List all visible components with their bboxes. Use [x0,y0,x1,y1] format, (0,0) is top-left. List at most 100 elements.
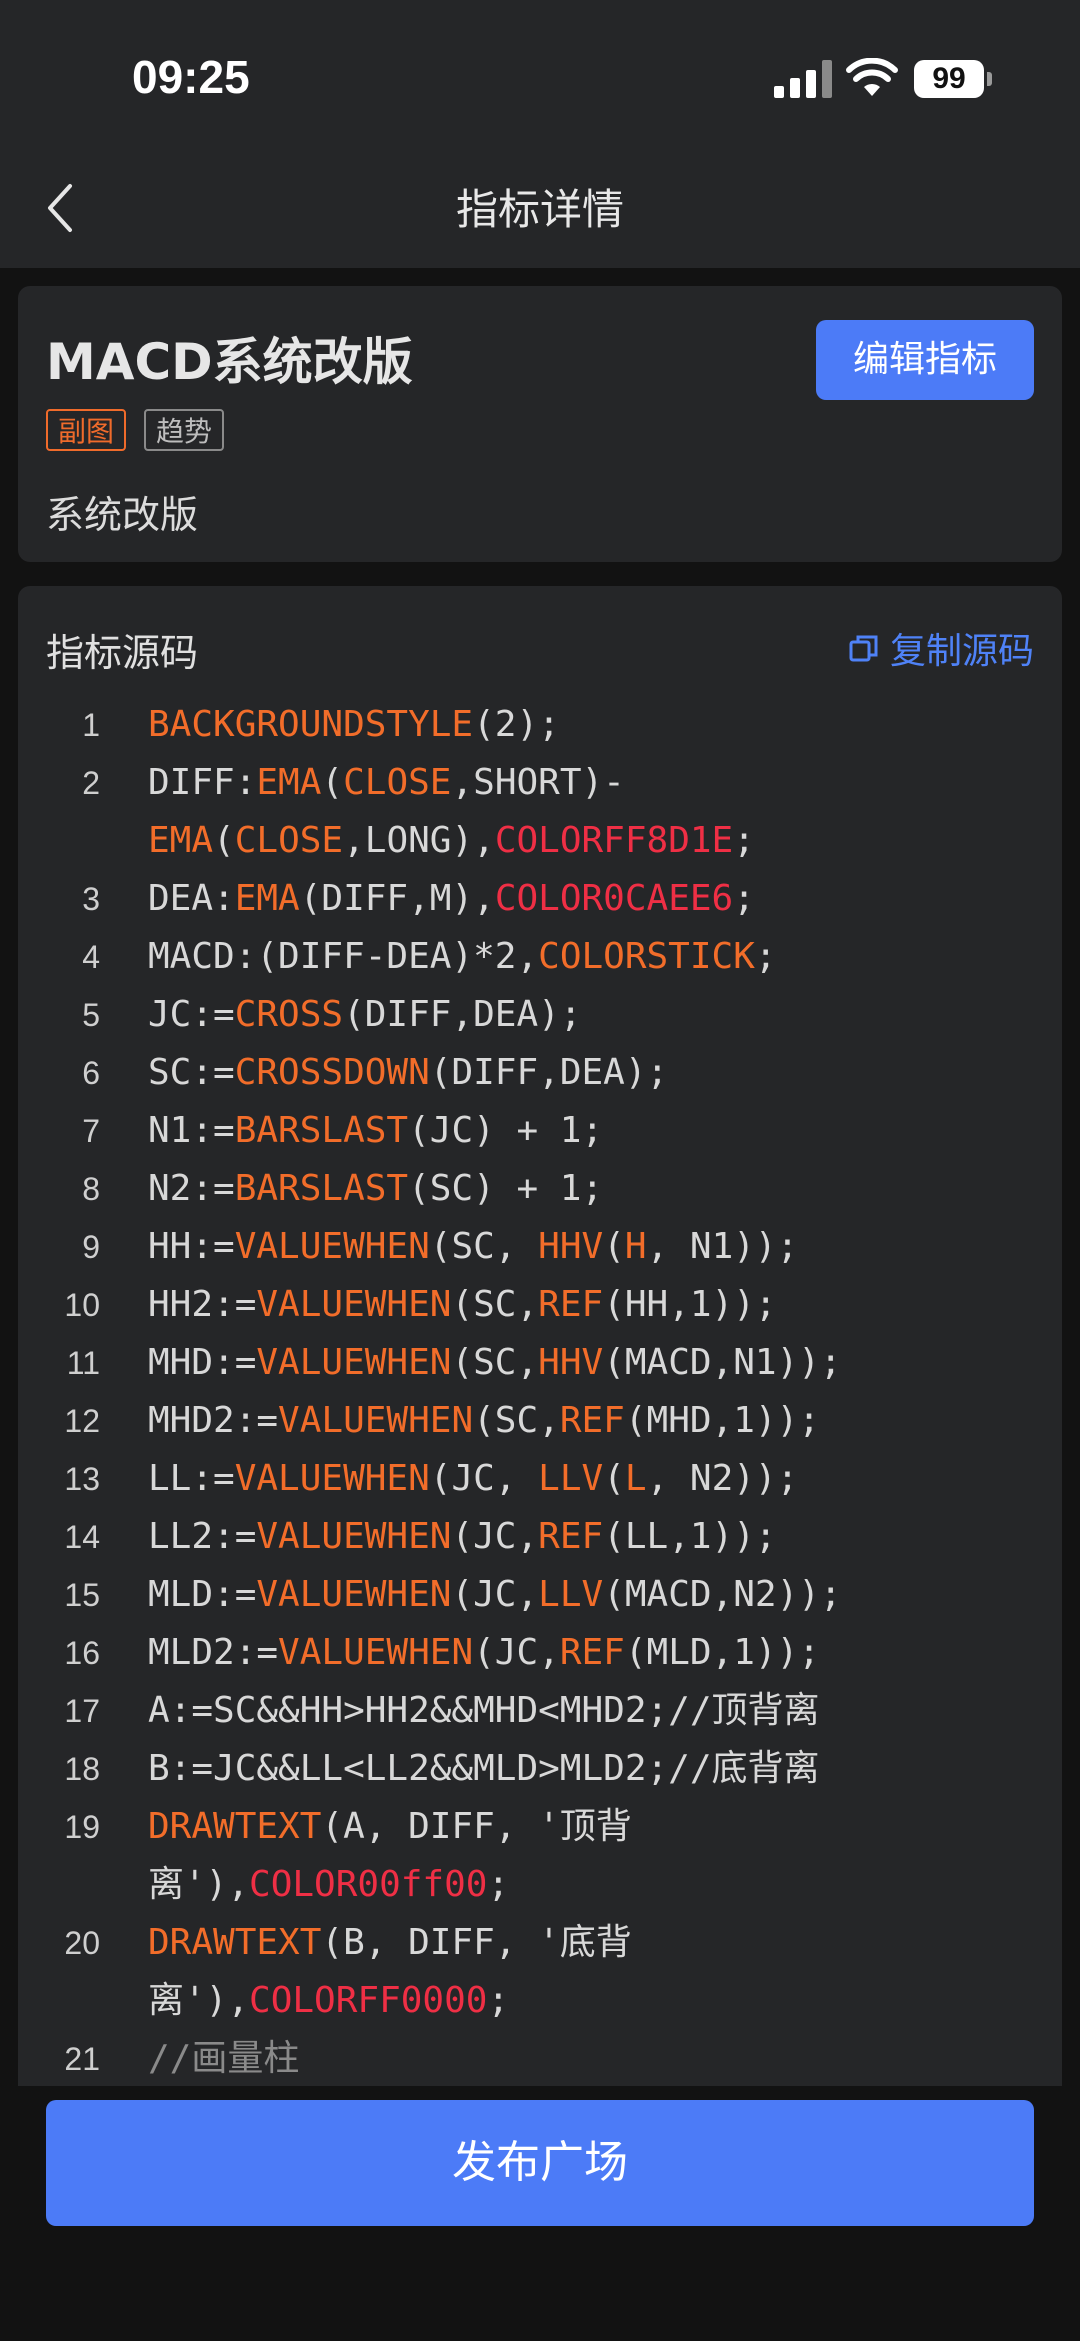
copy-source-button[interactable]: 复制源码 [848,622,1034,674]
code-token: N1:= [148,1110,235,1151]
copy-source-label: 复制源码 [889,631,1034,672]
code-token: ; [733,820,755,861]
battery-icon: 99 [914,60,984,98]
code-token: MACD:(DIFF-DEA)*2, [148,936,539,977]
code-color-const: COLORFF0000 [249,1980,488,2021]
battery-tip [987,72,992,86]
line-number: 12 [64,1403,100,1439]
line-number: 4 [82,939,100,975]
code-token: (DIFF,DEA); [429,1052,669,1093]
line-number: 10 [64,1287,100,1323]
line-number: 11 [66,1345,100,1381]
code-text: LL2:=VALUEWHEN(JC,REF(LL,1)); [148,1508,978,1566]
tag-subchart: 副图 [46,409,127,451]
code-token: (DIFF,M), [299,878,495,919]
line-number: 9 [82,1229,100,1265]
code-keyword: VALUEWHEN [278,1632,474,1673]
line-number: 8 [82,1171,100,1207]
code-color-const: COLOR00ff00 [249,1864,488,1905]
code-text: DRAWTEXT(B, DIFF, '底背 离'),COLORFF0000; [148,1914,978,2030]
code-text: JC:=CROSS(DIFF,DEA); [148,986,978,1044]
line-number: 17 [64,1693,100,1729]
code-keyword: HHV [538,1226,604,1267]
code-text: DEA:EMA(DIFF,M),COLOR0CAEE6; [148,870,978,928]
code-token: (LL,1)); [603,1516,777,1557]
code-token: (JC, [451,1516,539,1557]
code-text: MLD:=VALUEWHEN(JC,LLV(MACD,N2)); [148,1566,978,1624]
code-token: DEA: [148,878,235,919]
code-keyword: REF [559,1400,625,1441]
code-token: MHD2:= [148,1400,279,1441]
code-comment: //画量柱 [148,2038,300,2079]
indicator-info-card: MACD系统改版 编辑指标 副图 趋势 系统改版 [18,286,1062,562]
code-keyword: VALUEWHEN [256,1342,452,1383]
publish-button[interactable]: 发布广场 [46,2100,1034,2226]
copy-icon [849,635,878,662]
code-color-const: COLOR0CAEE6 [494,878,734,919]
code-keyword: REF [538,1516,604,1557]
code-token: ,SHORT)- [451,762,625,803]
code-line: 3 DEA:EMA(DIFF,M),COLOR0CAEE6; [18,870,1062,928]
code-keyword: COLORSTICK [538,936,755,977]
code-token: LL:= [148,1458,235,1499]
line-number: 5 [82,997,100,1033]
indicator-name: MACD系统改版 [46,333,413,391]
code-token: (SC, [473,1400,560,1441]
code-keyword: EMA [148,820,214,861]
code-token: JC:= [148,994,235,1035]
code-line: 7 N1:=BARSLAST(JC) + 1; [18,1102,1062,1160]
code-text: HH:=VALUEWHEN(SC, HHV(H, N1)); [148,1218,978,1276]
code-token: N2:= [148,1168,235,1209]
code-token: ; [733,878,755,919]
code-line: 12 MHD2:=VALUEWHEN(SC,REF(MHD,1)); [18,1392,1062,1450]
code-token: LL2:= [148,1516,257,1557]
code-line: 9 HH:=VALUEWHEN(SC, HHV(H, N1)); [18,1218,1062,1276]
code-token: SC:= [148,1052,235,1093]
code-text: BACKGROUNDSTYLE(2); [148,696,978,754]
code-text: MLD2:=VALUEWHEN(JC,REF(MLD,1)); [148,1624,978,1682]
code-token: DIFF: [148,762,257,803]
code-keyword: HHV [538,1342,604,1383]
code-text: A:=SC&&HH>HH2&&MHD<MHD2;//顶背离 [148,1682,978,1740]
code-line: 21 //画量柱 [18,2030,1062,2086]
code-text: B:=JC&&LL<LL2&&MLD>MLD2;//底背离 [148,1740,978,1798]
line-number: 21 [64,2041,100,2077]
code-token: ( [603,1458,625,1499]
line-number: 20 [64,1925,100,1961]
code-token: (JC) + 1; [408,1110,604,1151]
code-text: DIFF:EMA(CLOSE,SHORT)- EMA(CLOSE,LONG),C… [148,754,978,870]
code-text: MACD:(DIFF-DEA)*2,COLORSTICK; [148,928,978,986]
code-line: 16 MLD2:=VALUEWHEN(JC,REF(MLD,1)); [18,1624,1062,1682]
code-line: 18 B:=JC&&LL<LL2&&MLD>MLD2;//底背离 [18,1740,1062,1798]
code-line: 4 MACD:(DIFF-DEA)*2,COLORSTICK; [18,928,1062,986]
code-keyword: CLOSE [234,820,344,861]
code-token: (MHD,1)); [624,1400,820,1441]
line-number: 19 [64,1809,100,1845]
page-title: 指标详情 [455,185,624,234]
code-keyword: VALUEWHEN [256,1284,452,1325]
code-token: (JC, [429,1458,539,1499]
signal-icon [774,60,832,98]
line-number: 3 [82,881,100,917]
code-text: LL:=VALUEWHEN(JC, LLV(L, N2)); [148,1450,978,1508]
code-keyword: H [624,1226,647,1267]
source-code-card: 指标源码 复制源码 1 BACKGROUNDSTYLE(2); 2 DIFF:EMA(… [18,586,1062,2086]
code-keyword: DRAWTEXT [148,1806,322,1847]
code-block: 1 BACKGROUNDSTYLE(2); 2 DIFF:EMA(CLOSE,SHOR… [18,696,1062,2086]
code-token: (SC, [451,1284,539,1325]
edit-indicator-button[interactable]: 编辑指标 [816,320,1034,400]
code-line: 14 LL2:=VALUEWHEN(JC,REF(LL,1)); [18,1508,1062,1566]
code-text: N1:=BARSLAST(JC) + 1; [148,1102,978,1160]
code-keyword: CROSS [234,994,344,1035]
code-token: ( [321,762,344,803]
code-token: (MACD,N2)); [603,1574,842,1615]
code-keyword: VALUEWHEN [234,1226,430,1267]
code-line: 15 MLD:=VALUEWHEN(JC,LLV(MACD,N2)); [18,1566,1062,1624]
code-token: (MACD,N1)); [603,1342,842,1383]
code-token: (SC) + 1; [408,1168,604,1209]
tag-trend: 趋势 [144,409,225,451]
line-number: 18 [64,1751,100,1787]
code-token: MLD:= [148,1574,257,1615]
code-token: ; [487,1980,510,2021]
code-token: MLD2:= [148,1632,279,1673]
